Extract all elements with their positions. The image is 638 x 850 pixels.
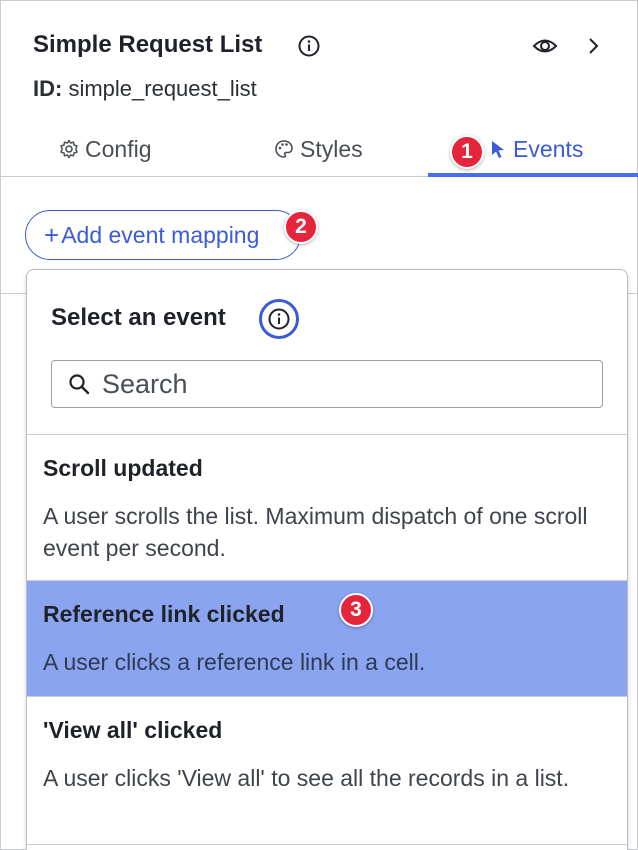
event-description: A user clicks 'View all' to see all the …: [43, 765, 570, 791]
info-icon[interactable]: [298, 35, 320, 57]
step-badge-2: 2: [284, 210, 318, 244]
tab-bar: Config Styles Events: [1, 121, 638, 177]
event-name: Scroll updated: [43, 455, 203, 481]
add-event-mapping-button[interactable]: + Add event mapping: [25, 210, 301, 260]
event-description: A user clicks a reference link in a cell…: [43, 649, 426, 675]
tab-events-label: Events: [513, 135, 584, 162]
dropdown-title: Select an event: [51, 304, 226, 331]
component-id: ID: simple_request_list: [33, 76, 257, 102]
search-input[interactable]: [102, 368, 582, 400]
tab-styles[interactable]: Styles: [274, 121, 363, 177]
event-option-view-all-clicked[interactable]: 'View all' clicked A user clicks 'View a…: [27, 696, 627, 844]
event-name: 'View all' clicked: [43, 717, 223, 743]
gear-icon: [60, 139, 78, 159]
tab-styles-label: Styles: [300, 135, 363, 162]
info-icon[interactable]: [259, 299, 299, 339]
event-search-field[interactable]: [51, 360, 603, 408]
tab-config-label: Config: [85, 135, 152, 162]
divider: [1, 293, 27, 294]
active-tab-indicator: [428, 173, 638, 177]
search-icon: [69, 374, 90, 395]
event-option-reference-link-clicked[interactable]: Reference link clicked A user clicks a r…: [27, 580, 627, 696]
event-description: A user scrolls the list. Maximum dispatc…: [43, 503, 588, 561]
step-badge-3: 3: [339, 593, 373, 627]
event-list: Scroll updated A user scrolls the list. …: [27, 434, 627, 850]
component-title: Simple Request List: [33, 31, 263, 58]
step-badge-1: 1: [450, 135, 484, 169]
configuration-panel: Simple Request List ID: simple_request_l…: [0, 0, 638, 850]
event-option-scroll-updated[interactable]: Scroll updated A user scrolls the list. …: [27, 434, 627, 580]
list-item: [27, 844, 627, 850]
add-event-mapping-label: Add event mapping: [61, 221, 260, 248]
cursor-icon: [492, 141, 504, 158]
id-value: simple_request_list: [68, 76, 257, 101]
event-name: Reference link clicked: [43, 601, 285, 627]
tab-config[interactable]: Config: [59, 121, 151, 177]
id-label: ID:: [33, 76, 63, 101]
chevron-right-icon[interactable]: [586, 36, 602, 56]
palette-icon: [275, 140, 293, 158]
event-select-dropdown: Select an event Scroll updated A user sc…: [26, 269, 628, 850]
plus-icon: +: [44, 220, 60, 250]
tab-events[interactable]: Events: [489, 121, 583, 177]
eye-icon[interactable]: [532, 36, 558, 56]
